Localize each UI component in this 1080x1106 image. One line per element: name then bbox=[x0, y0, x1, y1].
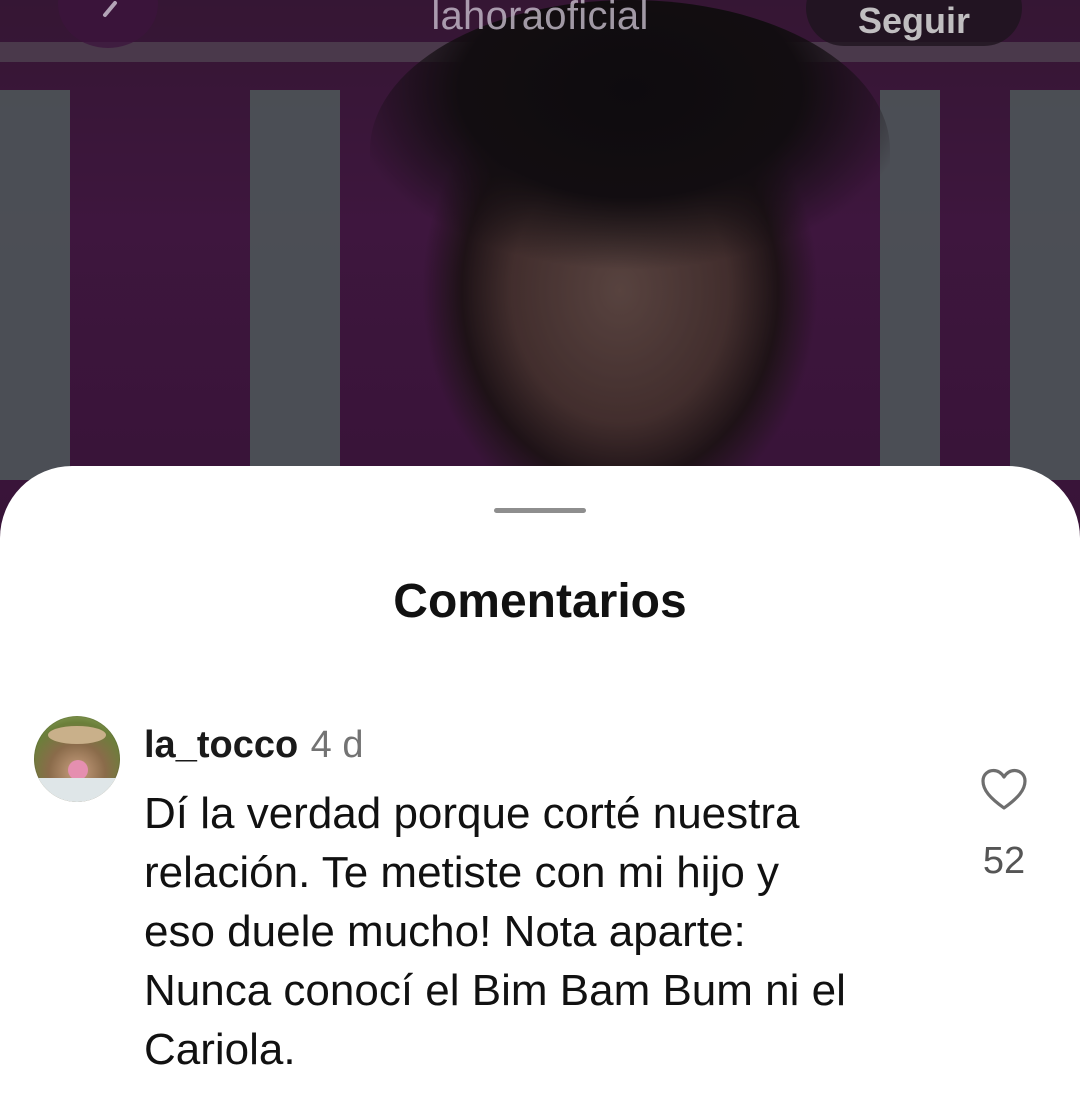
comment-header: la_tocco 4 d bbox=[144, 724, 363, 767]
top-bar: lahoraoficial Seguir bbox=[0, 0, 1080, 60]
comments-sheet: Comentarios la_tocco 4 d Dí la verdad po… bbox=[0, 466, 1080, 1106]
sheet-title: Comentarios bbox=[393, 575, 687, 628]
heart-outline-icon bbox=[980, 768, 1028, 816]
like-button[interactable] bbox=[980, 768, 1028, 812]
comment-time: 4 d bbox=[310, 724, 364, 766]
avatar[interactable] bbox=[34, 716, 120, 802]
follow-button[interactable]: Seguir bbox=[806, 0, 1022, 46]
sheet-grabber[interactable] bbox=[494, 508, 586, 513]
comment-text: Dí la verdad porque corté nuestra relaci… bbox=[144, 789, 846, 1074]
comment-username[interactable]: la_tocco bbox=[144, 724, 298, 766]
like-count: 52 bbox=[982, 840, 1026, 882]
